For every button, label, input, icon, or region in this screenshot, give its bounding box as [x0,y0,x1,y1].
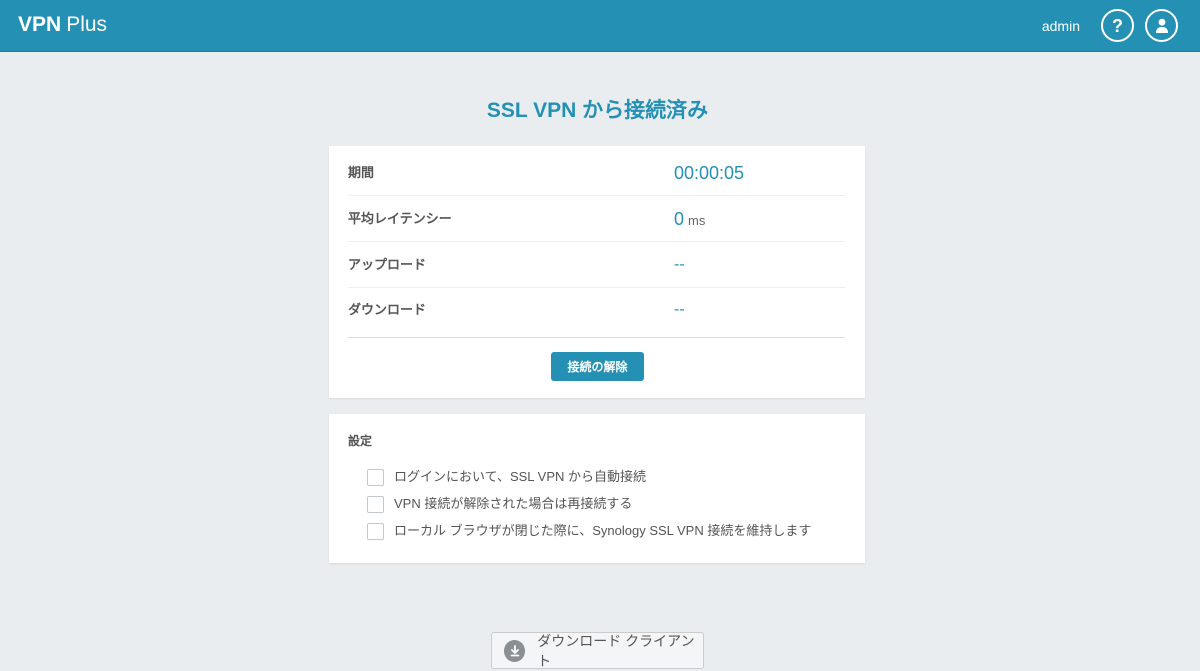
help-button[interactable]: ? [1101,9,1134,42]
brand-bold: VPN [18,13,62,36]
disconnect-button[interactable]: 接続の解除 [551,352,644,381]
latency-number: 0 [674,209,685,229]
download-value: -- [674,301,685,318]
divider [348,337,845,338]
option-auto-connect[interactable]: ログインにおいて、SSL VPN から自動接続 [367,468,646,486]
reconnect-checkbox[interactable] [367,495,384,513]
download-icon [504,639,526,662]
option-keep-connection[interactable]: ローカル ブラウザが閉じた際に、Synology SSL VPN 接続を維持しま… [367,522,811,540]
stat-row-latency: 平均レイテンシー 0 ms [348,196,845,242]
settings-title: 設定 [348,434,373,448]
user-menu-button[interactable] [1145,9,1178,42]
auto-connect-label[interactable]: ログインにおいて、SSL VPN から自動接続 [394,468,646,486]
keep-connection-label[interactable]: ローカル ブラウザが閉じた際に、Synology SSL VPN 接続を維持しま… [394,522,811,540]
duration-value: 00:00:05 [674,163,745,183]
latency-label: 平均レイテンシー [348,211,452,226]
option-reconnect[interactable]: VPN 接続が解除された場合は再接続する [367,495,632,513]
duration-label: 期間 [348,165,375,180]
download-client-label: ダウンロード クライアント [537,632,695,669]
latency-unit: ms [688,213,706,228]
username-label: admin [1041,18,1080,34]
settings-panel: 設定 ログインにおいて、SSL VPN から自動接続 VPN 接続が解除された場… [329,414,865,563]
download-client-button[interactable]: ダウンロード クライアント [491,632,704,669]
connection-status-panel: 期間 00:00:05 平均レイテンシー 0 ms アップロード -- ダウンロー… [329,146,865,398]
download-label: ダウンロード [348,302,427,317]
stat-row-download: ダウンロード -- [348,287,845,333]
page-title: SSL VPN から接続済み [486,99,709,122]
question-icon: ? [1112,15,1123,36]
stat-row-upload: アップロード -- [348,242,845,288]
auto-connect-checkbox[interactable] [367,468,384,486]
upload-value: -- [674,256,685,273]
upload-label: アップロード [348,257,427,272]
app-logo: VPN Plus [18,13,107,37]
latency-value: 0 ms [674,196,705,242]
user-icon [1155,18,1168,33]
stat-row-duration: 期間 00:00:05 [348,150,845,196]
brand-regular: Plus [66,13,108,36]
top-bar: VPN Plus admin ? [0,0,1200,52]
keep-connection-checkbox[interactable] [367,522,384,540]
reconnect-label[interactable]: VPN 接続が解除された場合は再接続する [394,495,632,513]
